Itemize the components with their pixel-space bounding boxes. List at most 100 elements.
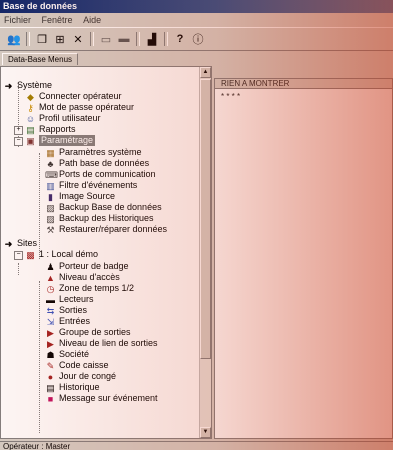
menu-help[interactable]: Aide bbox=[79, 13, 105, 27]
tree-item-badge-holder[interactable]: ♟ Porteur de badge bbox=[45, 261, 129, 272]
help-icon[interactable]: ? bbox=[172, 31, 188, 47]
chart-icon[interactable]: ▟ bbox=[144, 31, 160, 47]
tab-database-menus[interactable]: Data-Base Menus bbox=[2, 53, 79, 65]
tree-label: Image Source bbox=[59, 191, 116, 201]
tree-label: Mot de passe opérateur bbox=[39, 102, 135, 112]
tree-item-restore[interactable]: ⚒ Restaurer/réparer données bbox=[45, 224, 167, 235]
tree-item-parametrage[interactable]: ▣ Paramétrage bbox=[25, 135, 96, 146]
tree-item-image-source[interactable]: ▮ Image Source bbox=[45, 191, 115, 202]
tree-label: Historique bbox=[59, 382, 100, 392]
reader-icon: ▬ bbox=[46, 294, 55, 305]
tree-item-site-local-demo[interactable]: ▩ 1 : Local démo bbox=[25, 249, 98, 260]
backup-history-icon: ▨ bbox=[46, 213, 55, 224]
tree-item-event-message[interactable]: ■ Message sur événement bbox=[45, 393, 158, 404]
tree-item-company[interactable]: ☗ Société bbox=[45, 349, 89, 360]
tree-item-backup-history[interactable]: ▨ Backup des Historiques bbox=[45, 213, 154, 224]
tree-item-reports[interactable]: ▤ Rapports bbox=[25, 124, 76, 135]
tree-item-backup-db[interactable]: ▨ Backup Base de données bbox=[45, 202, 161, 213]
tree-item-db-path[interactable]: ♣ Path base de données bbox=[45, 158, 150, 169]
tree-node-sites[interactable]: ➜ Sites bbox=[3, 238, 37, 249]
tree-item-inputs[interactable]: ⇲ Entrées bbox=[45, 316, 90, 327]
status-bar: Opérateur : Master bbox=[0, 441, 393, 450]
tree-label: Paramétrage bbox=[39, 135, 96, 146]
tree-node-systeme[interactable]: ➜ Système bbox=[3, 80, 52, 91]
report-icon[interactable]: ▬ bbox=[116, 31, 132, 47]
tree-item-history[interactable]: ▤ Historique bbox=[45, 382, 100, 393]
outputs-icon: ⇆ bbox=[46, 305, 55, 316]
window-title: Base de données bbox=[0, 0, 393, 13]
tab-bar: Data-Base Menus bbox=[0, 52, 393, 65]
tree-label: Path base de données bbox=[59, 158, 150, 168]
inputs-icon: ⇲ bbox=[46, 316, 55, 327]
key-icon: ⚷ bbox=[27, 102, 34, 113]
tree-scrollbar[interactable]: ▲ ▼ bbox=[199, 67, 211, 438]
system-params-icon: ▦ bbox=[46, 147, 55, 158]
access-level-icon: ▲ bbox=[46, 272, 55, 283]
tree-label: Rapports bbox=[39, 124, 76, 134]
scroll-thumb[interactable] bbox=[200, 79, 211, 359]
delete-icon[interactable]: ✕ bbox=[70, 31, 86, 47]
output-link-icon: ▶ bbox=[47, 338, 54, 349]
image-source-icon: ▮ bbox=[48, 191, 53, 202]
tree-item-cash-code[interactable]: ✎ Code caisse bbox=[45, 360, 109, 371]
menu-window[interactable]: Fenêtre bbox=[38, 13, 77, 27]
scroll-up-icon[interactable]: ▲ bbox=[200, 67, 211, 78]
tree-label: Niveau de lien de sorties bbox=[59, 338, 158, 348]
tree-item-event-filter[interactable]: ▥ Filtre d'événements bbox=[45, 180, 137, 191]
tree-item-time-zone[interactable]: ◷ Zone de temps 1/2 bbox=[45, 283, 134, 294]
tree-line bbox=[39, 281, 40, 433]
tree-label: Porteur de badge bbox=[59, 261, 129, 271]
tree-label: Profil utilisateur bbox=[39, 113, 101, 123]
new-icon[interactable]: ❐ bbox=[34, 31, 50, 47]
arrow-right-icon: ➜ bbox=[4, 80, 13, 91]
tree-item-user-profile[interactable]: ☺ Profil utilisateur bbox=[25, 113, 101, 124]
settings-folder-icon: ▣ bbox=[26, 135, 35, 146]
tree-label: Zone de temps 1/2 bbox=[59, 283, 135, 293]
reports-icon: ▤ bbox=[26, 124, 35, 135]
users-icon[interactable]: 👥 bbox=[6, 31, 22, 47]
restore-icon: ⚒ bbox=[46, 224, 55, 235]
tree-label: Backup des Historiques bbox=[59, 213, 154, 223]
tree-label: Code caisse bbox=[59, 360, 109, 370]
tree-item-holiday[interactable]: ● Jour de congé bbox=[45, 371, 116, 382]
list-column-header[interactable]: RIEN A MONTRER bbox=[215, 79, 392, 89]
list-item[interactable]: * * * * bbox=[221, 92, 240, 101]
comm-ports-icon: ⌨ bbox=[45, 169, 58, 180]
tree-line bbox=[39, 153, 40, 259]
toolbar-separator bbox=[164, 32, 168, 46]
scroll-down-icon[interactable]: ▼ bbox=[200, 427, 211, 438]
tree-item-outputs[interactable]: ⇆ Sorties bbox=[45, 305, 87, 316]
backup-icon: ▨ bbox=[46, 202, 55, 213]
tree-label: 1 : Local démo bbox=[39, 249, 99, 259]
toolbar-separator bbox=[136, 32, 140, 46]
tree-item-operator-password[interactable]: ⚷ Mot de passe opérateur bbox=[25, 102, 134, 113]
main-window: Base de données Fichier Fenêtre Aide 👥 ❐… bbox=[0, 0, 393, 450]
filter-icon: ▥ bbox=[46, 180, 55, 191]
tree-item-connect-operator[interactable]: ◆ Connecter opérateur bbox=[25, 91, 122, 102]
person-icon: ♟ bbox=[46, 261, 55, 272]
output-group-icon: ▶ bbox=[47, 327, 54, 338]
expand-icon[interactable]: + bbox=[14, 126, 23, 135]
toolbar-separator bbox=[90, 32, 94, 46]
arrow-right-icon: ➜ bbox=[4, 238, 13, 249]
tree-label: Entrées bbox=[59, 316, 91, 326]
toolbar: 👥 ❐ ⊞ ✕ ▭ ▬ ▟ ? ⓘ bbox=[0, 27, 393, 51]
tree-item-output-link-level[interactable]: ▶ Niveau de lien de sorties bbox=[45, 338, 158, 349]
tree-item-comm-ports[interactable]: ⌨ Ports de communication bbox=[45, 169, 156, 180]
tree-item-readers[interactable]: ▬ Lecteurs bbox=[45, 294, 94, 305]
tree-item-output-group[interactable]: ▶ Groupe de sorties bbox=[45, 327, 131, 338]
properties-icon[interactable]: ⊞ bbox=[52, 31, 68, 47]
collapse-icon[interactable]: − bbox=[14, 251, 23, 260]
tree-item-system-params[interactable]: ▦ Paramètres système bbox=[45, 147, 141, 158]
tree-label: Société bbox=[59, 349, 90, 359]
toolbar-separator bbox=[26, 32, 30, 46]
diamond-icon: ◆ bbox=[27, 91, 34, 102]
info-icon[interactable]: ⓘ bbox=[190, 31, 206, 47]
tree-label: Sites bbox=[17, 238, 38, 248]
print-icon[interactable]: ▭ bbox=[98, 31, 114, 47]
tree-item-access-level[interactable]: ▲ Niveau d'accès bbox=[45, 272, 120, 283]
history-icon: ▤ bbox=[46, 382, 55, 393]
menu-file[interactable]: Fichier bbox=[0, 13, 35, 27]
collapse-icon[interactable]: − bbox=[14, 137, 23, 146]
tree-label: Message sur événement bbox=[59, 393, 158, 403]
